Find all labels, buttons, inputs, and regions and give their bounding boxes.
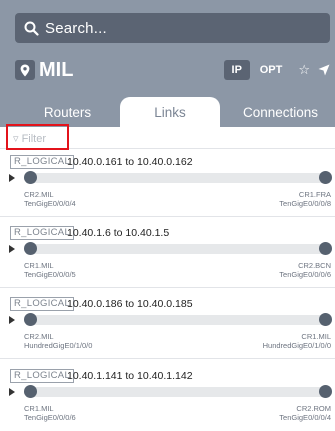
node-b-interface: HundredGigE0/1/0/0	[262, 341, 331, 350]
node-a-dot[interactable]	[24, 242, 37, 255]
node-a-router: CR2.MIL	[24, 190, 54, 199]
node-b-label: CR2.ROM TenGigE0/0/0/4	[279, 404, 331, 422]
location-pin-icon	[15, 60, 35, 80]
link-title: 10.40.0.161 to 10.40.0.162	[67, 156, 193, 168]
node-b-interface: TenGigE0/0/0/4	[279, 413, 331, 422]
link-track	[24, 315, 332, 325]
node-b-interface: TenGigE0/0/0/6	[279, 270, 331, 279]
node-a-interface: TenGigE0/0/0/4	[24, 199, 76, 208]
divider	[0, 358, 335, 359]
node-b-interface: TenGigE0/0/0/8	[279, 199, 331, 208]
node-a-label: CR2.MIL HundredGigE0/1/0/0	[24, 332, 92, 350]
search-icon	[24, 21, 39, 36]
play-icon[interactable]	[9, 245, 15, 253]
filter-placeholder: Filter	[21, 133, 47, 145]
node-a-label: CR2.MIL TenGigE0/0/0/4	[24, 190, 76, 208]
tab-connections[interactable]: Connections	[228, 97, 333, 127]
search-placeholder: Search...	[45, 19, 107, 37]
link-type-badge: R_LOGICAL	[10, 369, 75, 383]
link-item[interactable]: R_LOGICAL 10.40.1.141 to 10.40.1.142 CR1…	[0, 366, 335, 431]
filter-icon: ▿	[13, 133, 22, 145]
link-item[interactable]: R_LOGICAL 10.40.1.6 to 10.40.1.5 CR1.MIL…	[0, 223, 335, 293]
play-icon[interactable]	[9, 316, 15, 324]
play-icon[interactable]	[9, 388, 15, 396]
link-title: 10.40.0.186 to 10.40.0.185	[67, 298, 193, 310]
node-b-label: CR1.FRA TenGigE0/0/0/8	[279, 190, 331, 208]
tab-routers[interactable]: Routers	[20, 97, 115, 127]
node-a-interface: TenGigE0/0/0/5	[24, 270, 76, 279]
link-item[interactable]: R_LOGICAL 10.40.0.161 to 10.40.0.162 CR2…	[0, 152, 335, 222]
node-a-dot[interactable]	[24, 171, 37, 184]
node-b-dot[interactable]	[319, 171, 332, 184]
node-b-label: CR2.BCN TenGigE0/0/0/6	[279, 261, 331, 279]
node-b-router: CR1.MIL	[301, 332, 331, 341]
link-title: 10.40.1.141 to 10.40.1.142	[67, 370, 193, 382]
link-type-badge: R_LOGICAL	[10, 155, 75, 169]
page-title: MIL	[39, 58, 74, 81]
node-b-dot[interactable]	[319, 313, 332, 326]
link-title: 10.40.1.6 to 10.40.1.5	[67, 227, 170, 239]
link-track	[24, 173, 332, 183]
site-title-row: MIL IP OPT ☆	[15, 58, 330, 82]
node-a-dot[interactable]	[24, 385, 37, 398]
link-track	[24, 244, 332, 254]
node-a-interface: HundredGigE0/1/0/0	[24, 341, 93, 350]
node-a-router: CR1.MIL	[24, 261, 54, 270]
play-icon[interactable]	[9, 174, 15, 182]
divider	[0, 216, 335, 217]
link-type-badge: R_LOGICAL	[10, 226, 75, 240]
node-b-dot[interactable]	[319, 242, 332, 255]
node-b-router: CR2.BCN	[298, 261, 331, 270]
navigate-arrow-icon[interactable]	[318, 64, 330, 76]
node-a-dot[interactable]	[24, 313, 37, 326]
node-b-label: CR1.MIL HundredGigE0/1/0/0	[263, 332, 331, 350]
link-type-badge: R_LOGICAL	[10, 297, 75, 311]
tab-links[interactable]: Links	[120, 97, 220, 127]
node-a-interface: TenGigE0/0/0/6	[24, 413, 76, 422]
node-a-router: CR1.MIL	[24, 404, 54, 413]
node-a-router: CR2.MIL	[24, 332, 54, 341]
node-b-router: CR1.FRA	[298, 190, 331, 199]
node-b-dot[interactable]	[319, 385, 332, 398]
tab-bar: Routers Links Connections	[0, 97, 335, 127]
site-header: Search... MIL IP OPT ☆ Routers Links Con…	[0, 0, 335, 127]
filter-input[interactable]: ▿ Filter	[13, 132, 46, 145]
filter-row: ▿ Filter	[0, 124, 335, 150]
opt-button[interactable]: OPT	[260, 64, 283, 76]
node-b-router: CR2.ROM	[296, 404, 331, 413]
link-item[interactable]: R_LOGICAL 10.40.0.186 to 10.40.0.185 CR2…	[0, 294, 335, 364]
link-track	[24, 387, 332, 397]
star-icon[interactable]: ☆	[298, 62, 310, 78]
divider	[0, 287, 335, 288]
node-a-label: CR1.MIL TenGigE0/0/0/5	[24, 261, 76, 279]
search-input[interactable]: Search...	[15, 13, 330, 43]
ip-button[interactable]: IP	[223, 60, 250, 80]
node-a-label: CR1.MIL TenGigE0/0/0/6	[24, 404, 76, 422]
